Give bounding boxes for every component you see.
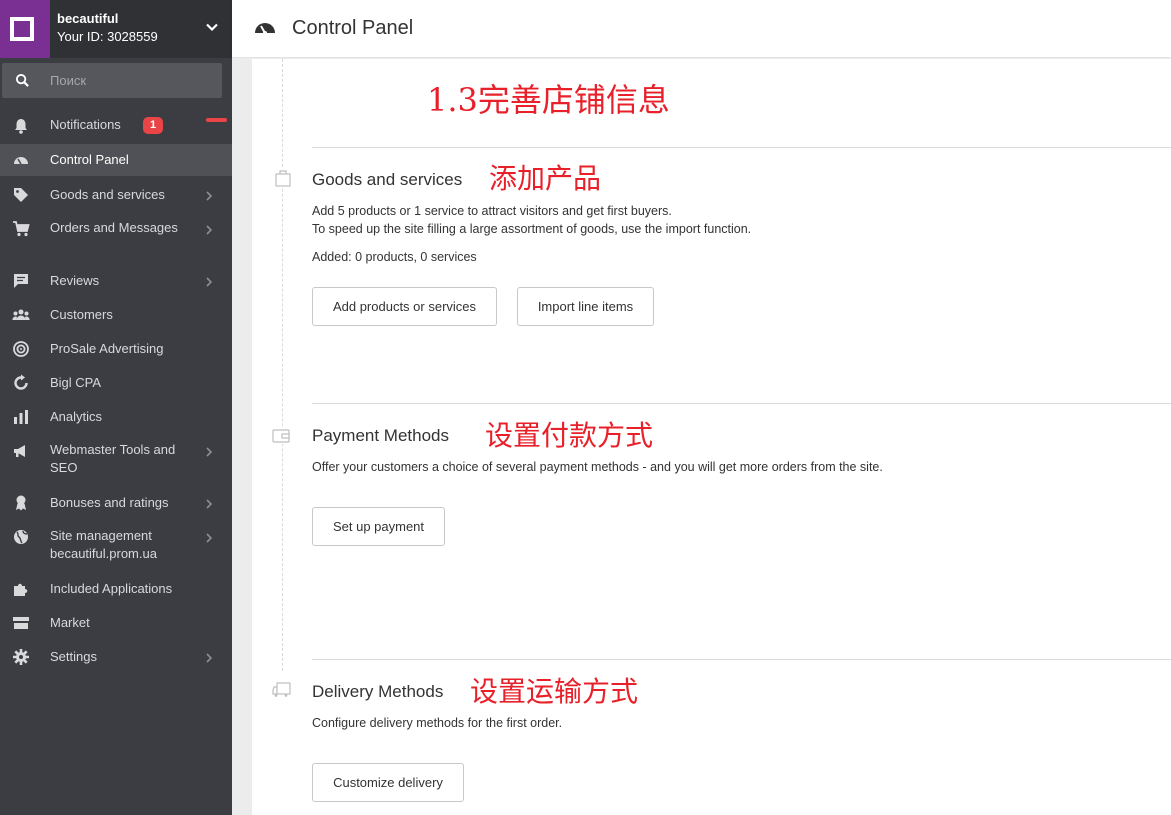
- gear-icon: [13, 649, 29, 665]
- section-title-goods: Goods and services: [312, 170, 463, 189]
- section-description: Configure delivery methods for the first…: [312, 716, 563, 730]
- sidebar-item-reviews[interactable]: Reviews: [0, 269, 232, 293]
- sidebar: becautiful Your ID: 3028559 Notification…: [0, 0, 232, 815]
- puzzle-icon: [14, 583, 28, 596]
- search-icon: [15, 73, 29, 87]
- account-name: becautiful: [57, 11, 119, 26]
- sidebar-item-included-applications[interactable]: Included Applications: [0, 577, 232, 601]
- sidebar-item-customers[interactable]: Customers: [0, 303, 232, 327]
- tag-icon: [14, 188, 28, 202]
- globe-icon: [14, 530, 28, 544]
- sidebar-item-label: Bigl CPA: [50, 375, 102, 390]
- import-line-items-button[interactable]: Import line items: [517, 287, 654, 326]
- section-annotation-payment: 设置付款方式: [485, 419, 654, 452]
- speedometer-icon: [14, 157, 28, 165]
- sidebar-item-label: ProSale Advertising: [50, 341, 164, 356]
- refresh-icon: [14, 374, 28, 390]
- sidebar-item-control-panel[interactable]: Control Panel: [0, 144, 232, 176]
- chevron-right-icon: [206, 225, 213, 235]
- sidebar-item-notifications[interactable]: Notifications 1: [0, 113, 232, 137]
- sidebar-item-bonuses-and-ratings[interactable]: Bonuses and ratings: [0, 491, 232, 515]
- sidebar-item-label: Site management becautiful.prom.ua: [50, 528, 157, 561]
- chevron-right-icon: [206, 499, 213, 509]
- sidebar-item-label: Bonuses and ratings: [50, 495, 169, 510]
- section-description: To speed up the site filling a large ass…: [312, 222, 752, 236]
- content-gutter: [232, 59, 252, 815]
- sidebar-item-label: Webmaster Tools and SEO: [50, 442, 176, 475]
- notification-count-badge: 1: [143, 117, 163, 134]
- section-annotation-delivery: 设置运输方式: [470, 675, 639, 708]
- progress-timeline: [282, 59, 283, 671]
- sidebar-item-prosale-advertising[interactable]: ProSale Advertising: [0, 337, 232, 361]
- sidebar-item-settings[interactable]: Settings: [0, 645, 232, 669]
- sidebar-item-label: Orders and Messages: [50, 220, 178, 235]
- chat-icon: [14, 274, 28, 288]
- chevron-right-icon: [206, 653, 213, 663]
- section-divider: [312, 659, 1171, 660]
- sidebar-item-analytics[interactable]: Analytics: [0, 405, 232, 429]
- cart-icon: [13, 221, 30, 237]
- bell-icon: [15, 119, 27, 134]
- section-divider: [312, 403, 1171, 404]
- sidebar-item-label: Notifications: [50, 117, 121, 132]
- sidebar-item-label: Customers: [50, 307, 113, 322]
- logo-square-icon: [10, 17, 34, 41]
- account-switcher[interactable]: becautiful Your ID: 3028559: [0, 0, 232, 58]
- section-description: Offer your customers a choice of several…: [312, 460, 883, 474]
- sidebar-item-label: Goods and services: [50, 187, 165, 202]
- delivery-truck-icon: [272, 680, 292, 698]
- store-logo: [0, 0, 50, 58]
- customize-delivery-button[interactable]: Customize delivery: [312, 763, 464, 802]
- wallet-icon: [271, 426, 291, 444]
- people-icon: [12, 309, 30, 320]
- chevron-down-icon[interactable]: [205, 20, 219, 34]
- main-content: 1.3完善店铺信息 Goods and services 添加产品 Add 5 …: [252, 59, 1171, 815]
- sidebar-item-orders-and-messages[interactable]: Orders and Messages: [0, 219, 232, 257]
- shopping-bag-icon: [273, 169, 293, 187]
- chevron-right-icon: [206, 533, 213, 543]
- chevron-right-icon: [206, 277, 213, 287]
- sidebar-item-label: Reviews: [50, 273, 100, 288]
- sidebar-item-site-management[interactable]: Site management becautiful.prom.ua: [0, 527, 232, 565]
- search-input[interactable]: [50, 71, 210, 90]
- section-title-payment: Payment Methods: [312, 426, 450, 445]
- section-status: Added: 0 products, 0 services: [312, 250, 477, 264]
- bar-chart-icon: [14, 410, 28, 424]
- medal-icon: [16, 495, 26, 511]
- target-icon: [13, 341, 29, 357]
- account-id: Your ID: 3028559: [57, 29, 158, 44]
- add-products-button[interactable]: Add products or services: [312, 287, 497, 326]
- speedometer-icon: [255, 23, 275, 35]
- sidebar-item-market[interactable]: Market: [0, 611, 232, 635]
- sidebar-item-bigl-cpa[interactable]: Bigl CPA: [0, 371, 232, 395]
- chevron-right-icon: [206, 191, 213, 201]
- megaphone-icon: [14, 445, 25, 457]
- sidebar-item-goods-and-services[interactable]: Goods and services: [0, 183, 232, 207]
- section-divider: [312, 147, 1171, 148]
- set-up-payment-button[interactable]: Set up payment: [312, 507, 445, 546]
- section-annotation-goods: 添加产品: [489, 162, 602, 195]
- sidebar-item-label: Settings: [50, 649, 97, 664]
- chevron-right-icon: [206, 447, 213, 457]
- top-annotation: 1.3完善店铺信息: [427, 81, 670, 119]
- store-icon: [13, 617, 29, 629]
- section-description: Add 5 products or 1 service to attract v…: [312, 204, 672, 218]
- sidebar-item-label: Control Panel: [50, 152, 129, 167]
- sidebar-item-webmaster-tools[interactable]: Webmaster Tools and SEO: [0, 441, 232, 479]
- sidebar-item-label: Analytics: [50, 409, 103, 424]
- sidebar-item-label: Market: [50, 615, 90, 630]
- sidebar-item-label: Included Applications: [50, 581, 173, 596]
- page-header: Control Panel: [232, 0, 1171, 58]
- search-box: [2, 63, 222, 98]
- alert-indicator: [206, 118, 227, 122]
- section-title-delivery: Delivery Methods: [312, 682, 444, 701]
- page-title: Control Panel: [292, 17, 414, 39]
